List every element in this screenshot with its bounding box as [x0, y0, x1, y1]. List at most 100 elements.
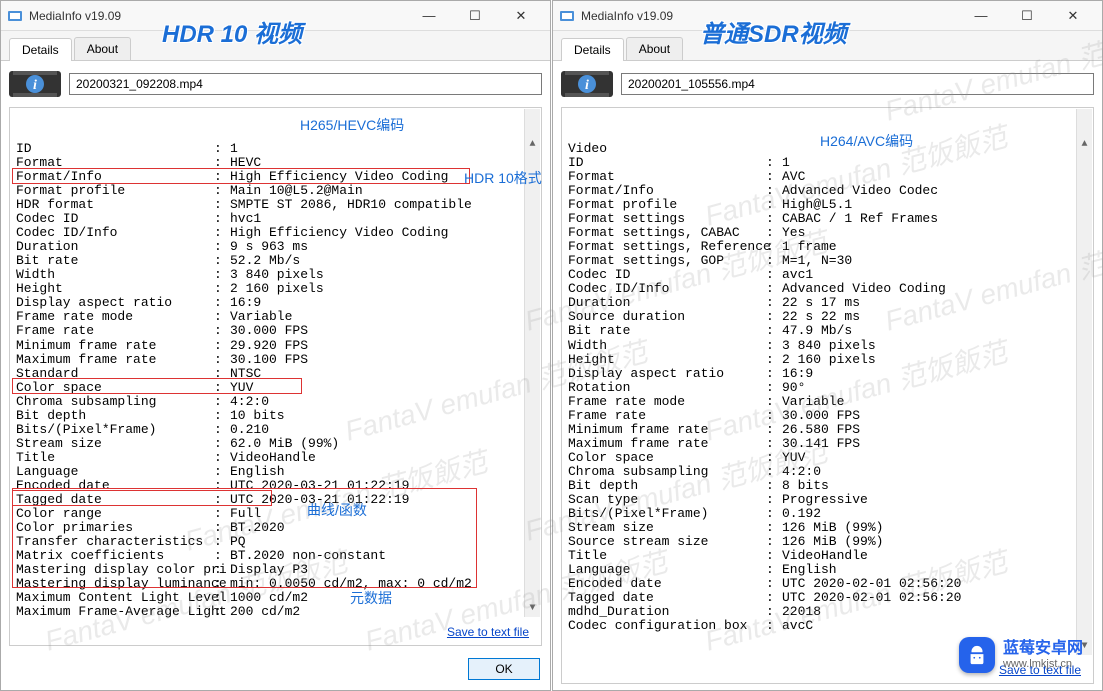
detail-key: Format: [568, 170, 766, 184]
detail-value: 4:2:0: [230, 395, 535, 409]
detail-row: Format: HEVC: [16, 156, 535, 170]
detail-key: Maximum frame rate: [568, 437, 766, 451]
minimize-button[interactable]: —: [406, 1, 452, 30]
detail-row: Format settings, CABAC: Yes: [568, 226, 1087, 240]
scroll-down-icon[interactable]: ▼: [525, 601, 540, 617]
close-button[interactable]: ✕: [498, 1, 544, 30]
detail-key: mdhd_Duration: [568, 605, 766, 619]
detail-value: 126 MiB (99%): [782, 535, 1087, 549]
detail-row: Maximum Frame-Average Light: 200 cd/m2: [16, 605, 535, 618]
detail-key: Minimum frame rate: [568, 423, 766, 437]
detail-value: 30.100 FPS: [230, 353, 535, 367]
detail-key: ID: [16, 142, 214, 156]
detail-row: mdhd_Duration: 22018: [568, 605, 1087, 619]
detail-row: Stream size: 126 MiB (99%): [568, 521, 1087, 535]
detail-row: Codec ID/Info: Advanced Video Coding: [568, 282, 1087, 296]
detail-value: 0.210: [230, 423, 535, 437]
tab-details[interactable]: Details: [9, 38, 72, 61]
mediainfo-icon[interactable]: i: [9, 69, 61, 99]
detail-key: Language: [16, 465, 214, 479]
app-icon: [559, 8, 575, 24]
detail-row: Matrix coefficients: BT.2020 non-constan…: [16, 549, 535, 563]
ok-button[interactable]: OK: [468, 658, 540, 680]
minimize-button[interactable]: —: [958, 1, 1004, 30]
detail-value: 2 160 pixels: [782, 353, 1087, 367]
details-pane[interactable]: ID: 1Format: HEVCFormat/Info: High Effic…: [10, 108, 541, 618]
detail-key: Display aspect ratio: [16, 296, 214, 310]
window-hdr: MediaInfo v19.09 — ☐ ✕ Details About i I…: [0, 0, 551, 691]
detail-key: Height: [568, 353, 766, 367]
detail-value: SMPTE ST 2086, HDR10 compatible: [230, 198, 535, 212]
detail-value: 26.580 FPS: [782, 423, 1087, 437]
detail-key: Format: [16, 156, 214, 170]
detail-row: Stream size: 62.0 MiB (99%): [16, 437, 535, 451]
detail-key: Format profile: [16, 184, 214, 198]
detail-value: Yes: [782, 226, 1087, 240]
tab-details[interactable]: Details: [561, 38, 624, 61]
detail-value: Main 10@L5.2@Main: [230, 184, 535, 198]
detail-key: Encoded date: [16, 479, 214, 493]
detail-key: Codec ID: [16, 212, 214, 226]
scrollbar[interactable]: ▲ ▼: [524, 109, 540, 617]
detail-row: Bit depth: 8 bits: [568, 479, 1087, 493]
scrollbar[interactable]: ▲ ▼: [1076, 109, 1092, 655]
maximize-button[interactable]: ☐: [1004, 1, 1050, 30]
detail-row: Bits/(Pixel*Frame): 0.210: [16, 423, 535, 437]
detail-value: YUV: [230, 381, 535, 395]
detail-row: Chroma subsampling: 4:2:0: [568, 465, 1087, 479]
tab-about[interactable]: About: [74, 37, 131, 60]
brand-watermark: 蓝莓安卓网 www.lmkjst.cn: [959, 637, 1083, 673]
detail-value: 2 160 pixels: [230, 282, 535, 296]
detail-row: Duration: 22 s 17 ms: [568, 296, 1087, 310]
close-button[interactable]: ✕: [1050, 1, 1096, 30]
detail-key: Chroma subsampling: [16, 395, 214, 409]
window-title: MediaInfo v19.09: [581, 9, 958, 23]
detail-value: PQ: [230, 535, 535, 549]
detail-row: Source stream size: 126 MiB (99%): [568, 535, 1087, 549]
detail-key: Tagged date: [568, 591, 766, 605]
filename-input[interactable]: [69, 73, 542, 95]
filename-input[interactable]: [621, 73, 1094, 95]
detail-key: Encoded date: [568, 577, 766, 591]
detail-key: Scan type: [568, 493, 766, 507]
maximize-button[interactable]: ☐: [452, 1, 498, 30]
detail-key: Mastering display luminance: [16, 577, 214, 591]
detail-row: Maximum frame rate: 30.141 FPS: [568, 437, 1087, 451]
titlebar: MediaInfo v19.09 — ☐ ✕: [553, 1, 1102, 31]
detail-row: Format/Info: Advanced Video Codec: [568, 184, 1087, 198]
detail-row: Codec ID: avc1: [568, 268, 1087, 282]
detail-key: Codec ID/Info: [16, 226, 214, 240]
detail-row: Codec ID: hvc1: [16, 212, 535, 226]
detail-row: Rotation: 90°: [568, 381, 1087, 395]
detail-row: Maximum Content Light Level: 1000 cd/m2: [16, 591, 535, 605]
detail-value: English: [230, 465, 535, 479]
detail-key: Bit rate: [16, 254, 214, 268]
save-to-text-link[interactable]: Save to text file: [447, 625, 529, 639]
detail-row: Format settings: CABAC / 1 Ref Frames: [568, 212, 1087, 226]
mediainfo-icon[interactable]: i: [561, 69, 613, 99]
detail-key: Color primaries: [16, 521, 214, 535]
detail-value: min: 0.0050 cd/m2, max: 0 cd/m2: [230, 577, 535, 591]
detail-value: High Efficiency Video Coding: [230, 170, 535, 184]
detail-row: Frame rate mode: Variable: [568, 395, 1087, 409]
detail-value: VideoHandle: [230, 451, 535, 465]
detail-value: Progressive: [782, 493, 1087, 507]
detail-value: UTC 2020-03-21 01:22:19: [230, 479, 535, 493]
detail-value: M=1, N=30: [782, 254, 1087, 268]
detail-key: Duration: [16, 240, 214, 254]
detail-row: Format profile: High@L5.1: [568, 198, 1087, 212]
detail-key: Color space: [16, 381, 214, 395]
details-pane[interactable]: VideoID: 1Format: AVCFormat/Info: Advanc…: [562, 108, 1093, 656]
detail-row: Color range: Full: [16, 507, 535, 521]
detail-value: hvc1: [230, 212, 535, 226]
detail-key: Matrix coefficients: [16, 549, 214, 563]
detail-value: 0.192: [782, 507, 1087, 521]
detail-key: Source stream size: [568, 535, 766, 549]
svg-text:i: i: [33, 78, 37, 93]
detail-row: Source duration: 22 s 22 ms: [568, 310, 1087, 324]
detail-row: Bit depth: 10 bits: [16, 409, 535, 423]
tabs: Details About: [553, 31, 1102, 61]
detail-value: Advanced Video Codec: [782, 184, 1087, 198]
tab-about[interactable]: About: [626, 37, 683, 60]
detail-value: BT.2020: [230, 521, 535, 535]
